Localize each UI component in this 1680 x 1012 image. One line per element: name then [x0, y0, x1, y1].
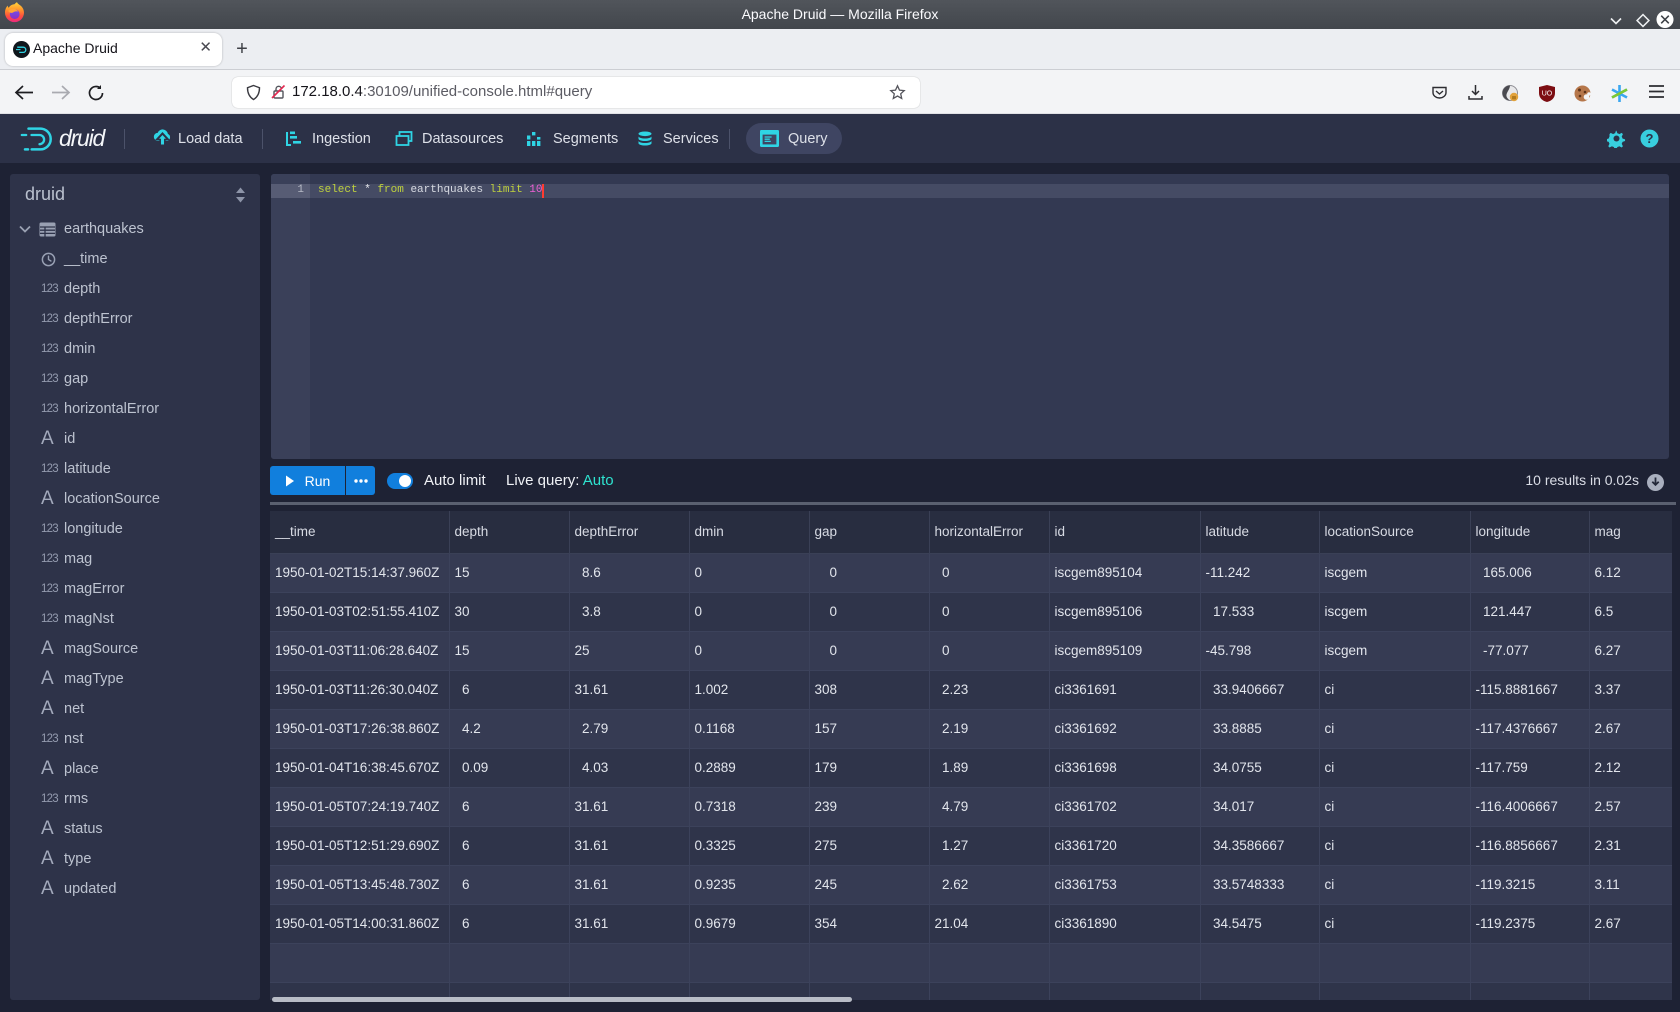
- svg-text:UO: UO: [1542, 91, 1553, 98]
- svg-text:?: ?: [1646, 131, 1654, 146]
